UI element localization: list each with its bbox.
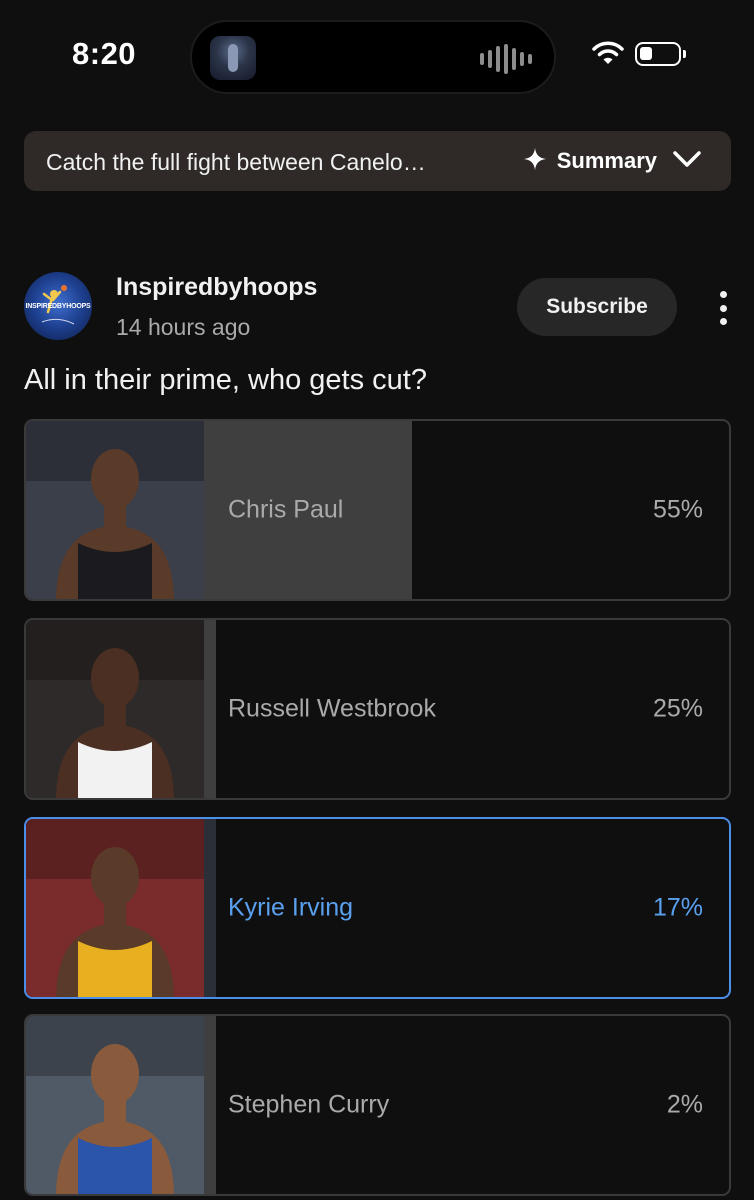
player-photo <box>26 620 204 798</box>
post-timestamp: 14 hours ago <box>116 314 251 340</box>
summary-banner[interactable]: Catch the full fight between Canelo… Sum… <box>24 131 731 191</box>
audio-waveform-icon <box>480 44 532 74</box>
player-photo <box>26 819 204 997</box>
result-fill <box>204 1016 216 1194</box>
subscribe-button[interactable]: Subscribe <box>517 278 677 336</box>
option-label: Kyrie Irving <box>228 893 354 922</box>
player-photo <box>26 421 204 599</box>
option-label: Stephen Curry <box>228 1090 390 1119</box>
poll-option-stephen-curry[interactable]: Stephen Curry 2% <box>24 1014 731 1196</box>
more-options-icon[interactable] <box>708 288 738 328</box>
player-photo <box>26 1016 204 1194</box>
dynamic-island[interactable] <box>190 20 556 94</box>
option-label: Chris Paul <box>228 495 344 524</box>
chevron-down-icon <box>673 150 701 173</box>
result-fill <box>204 819 216 997</box>
channel-avatar[interactable]: INSPIREDBYHOOPS <box>24 272 92 340</box>
poll-option-chris-paul[interactable]: Chris Paul 55% <box>24 419 731 601</box>
option-percent: 2% <box>666 1090 703 1119</box>
poll-question: All in their prime, who gets cut? <box>24 364 427 396</box>
summary-text: Catch the full fight between Canelo… <box>46 149 426 175</box>
status-time: 8:20 <box>72 36 137 71</box>
option-percent: 25% <box>652 694 703 723</box>
option-label: Russell Westbrook <box>228 694 436 723</box>
summary-button[interactable]: Summary <box>523 141 701 181</box>
channel-name[interactable]: Inspiredbyhoops <box>116 273 317 302</box>
option-percent: 55% <box>652 495 703 524</box>
wifi-icon <box>592 40 624 71</box>
summary-label: Summary <box>556 148 657 173</box>
option-percent: 17% <box>652 893 703 922</box>
battery-icon <box>635 42 686 66</box>
poll-option-russell-westbrook[interactable]: Russell Westbrook 25% <box>24 618 731 800</box>
result-fill <box>204 620 216 798</box>
status-bar: 8:20 <box>0 0 754 110</box>
now-playing-thumbnail <box>210 36 256 80</box>
avatar-logo-text: INSPIREDBYHOOPS <box>25 303 91 310</box>
sparkle-icon <box>523 147 547 176</box>
poll-option-kyrie-irving[interactable]: Kyrie Irving 17% <box>24 817 731 999</box>
